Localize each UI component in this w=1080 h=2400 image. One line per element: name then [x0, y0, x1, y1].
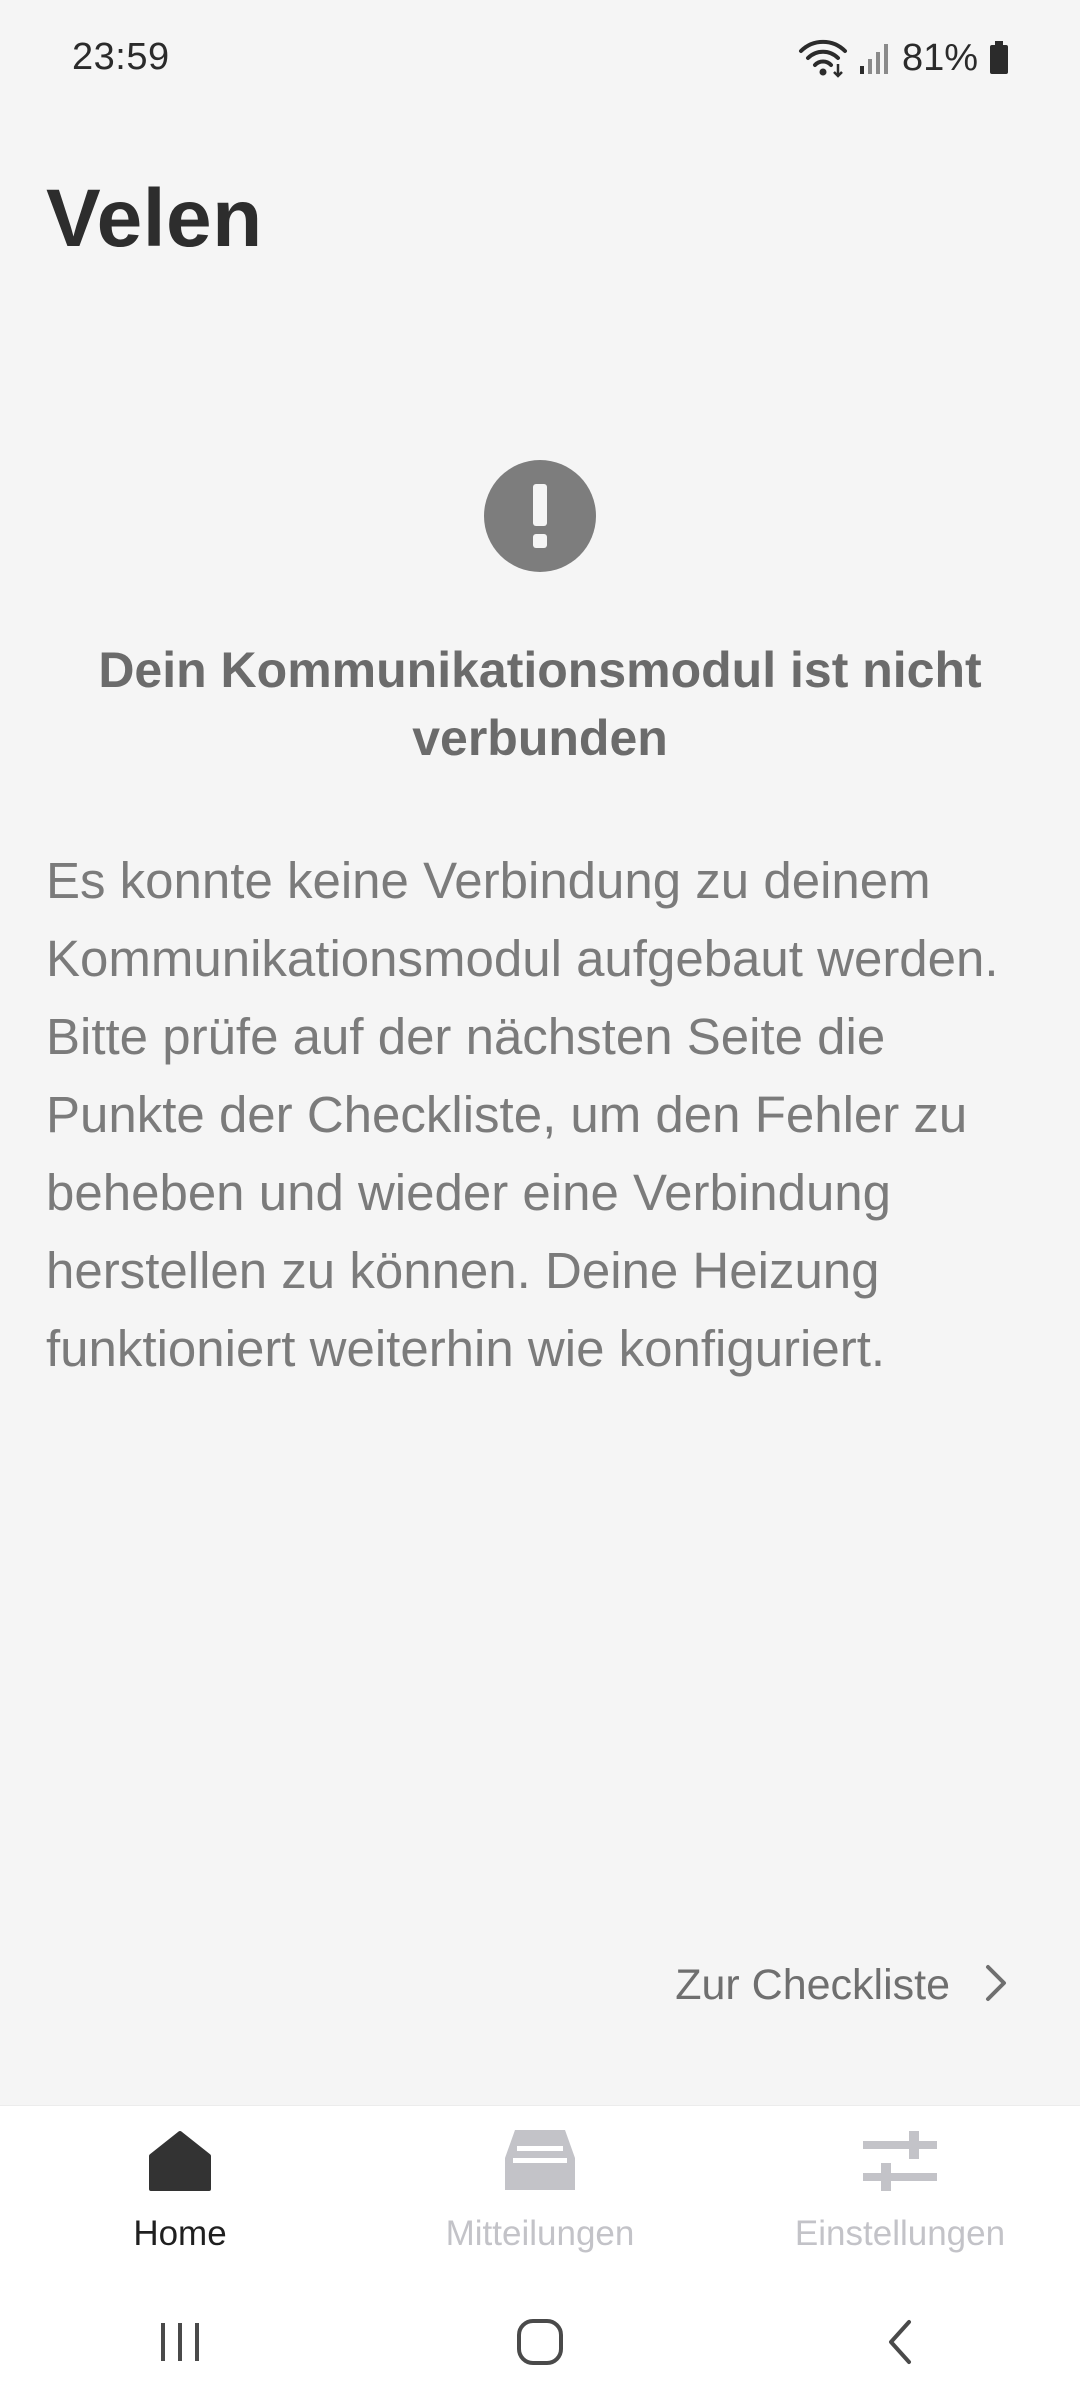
- inbox-icon: [500, 2126, 580, 2196]
- status-time: 23:59: [72, 36, 170, 78]
- home-circle-icon[interactable]: [480, 2302, 600, 2382]
- nav-item-einstellungen[interactable]: Einstellungen: [720, 2106, 1080, 2283]
- nav-item-home[interactable]: Home: [0, 2106, 360, 2283]
- nav-label-mitteilungen: Mitteilungen: [445, 2214, 635, 2253]
- status-bar: 23:59 81%: [0, 0, 1080, 120]
- bottom-navigation: Home Mitteilungen Einstellungen: [0, 2105, 1080, 2283]
- status-icons: 81%: [798, 34, 1010, 82]
- battery-icon: [988, 40, 1010, 76]
- checklist-link-label: Zur Checkliste: [675, 1960, 950, 2009]
- battery-percent: 81%: [901, 36, 978, 79]
- exclamation-icon: [484, 460, 596, 572]
- recent-apps-icon[interactable]: [120, 2302, 240, 2382]
- screen: 23:59 81% Velen Dein Kommunikationsmodul…: [0, 0, 1080, 2400]
- system-navigation-bar: [0, 2283, 1080, 2400]
- back-icon[interactable]: [840, 2302, 960, 2382]
- signal-icon: [858, 40, 892, 76]
- alert-title: Dein Kommunikationsmodul ist nicht verbu…: [98, 642, 982, 766]
- alert-message: Es konnte keine Verbindung zu deinem Kom…: [46, 852, 999, 1377]
- nav-item-mitteilungen[interactable]: Mitteilungen: [360, 2106, 720, 2283]
- sliders-icon: [860, 2126, 940, 2196]
- chevron-right-icon: [984, 1963, 1008, 2008]
- nav-label-home: Home: [133, 2214, 227, 2253]
- nav-label-einstellungen: Einstellungen: [794, 2214, 1006, 2253]
- page-title: Velen: [46, 173, 263, 264]
- home-icon: [140, 2126, 220, 2196]
- wifi-icon: [798, 38, 848, 78]
- checklist-link[interactable]: Zur Checkliste: [675, 1950, 1008, 2020]
